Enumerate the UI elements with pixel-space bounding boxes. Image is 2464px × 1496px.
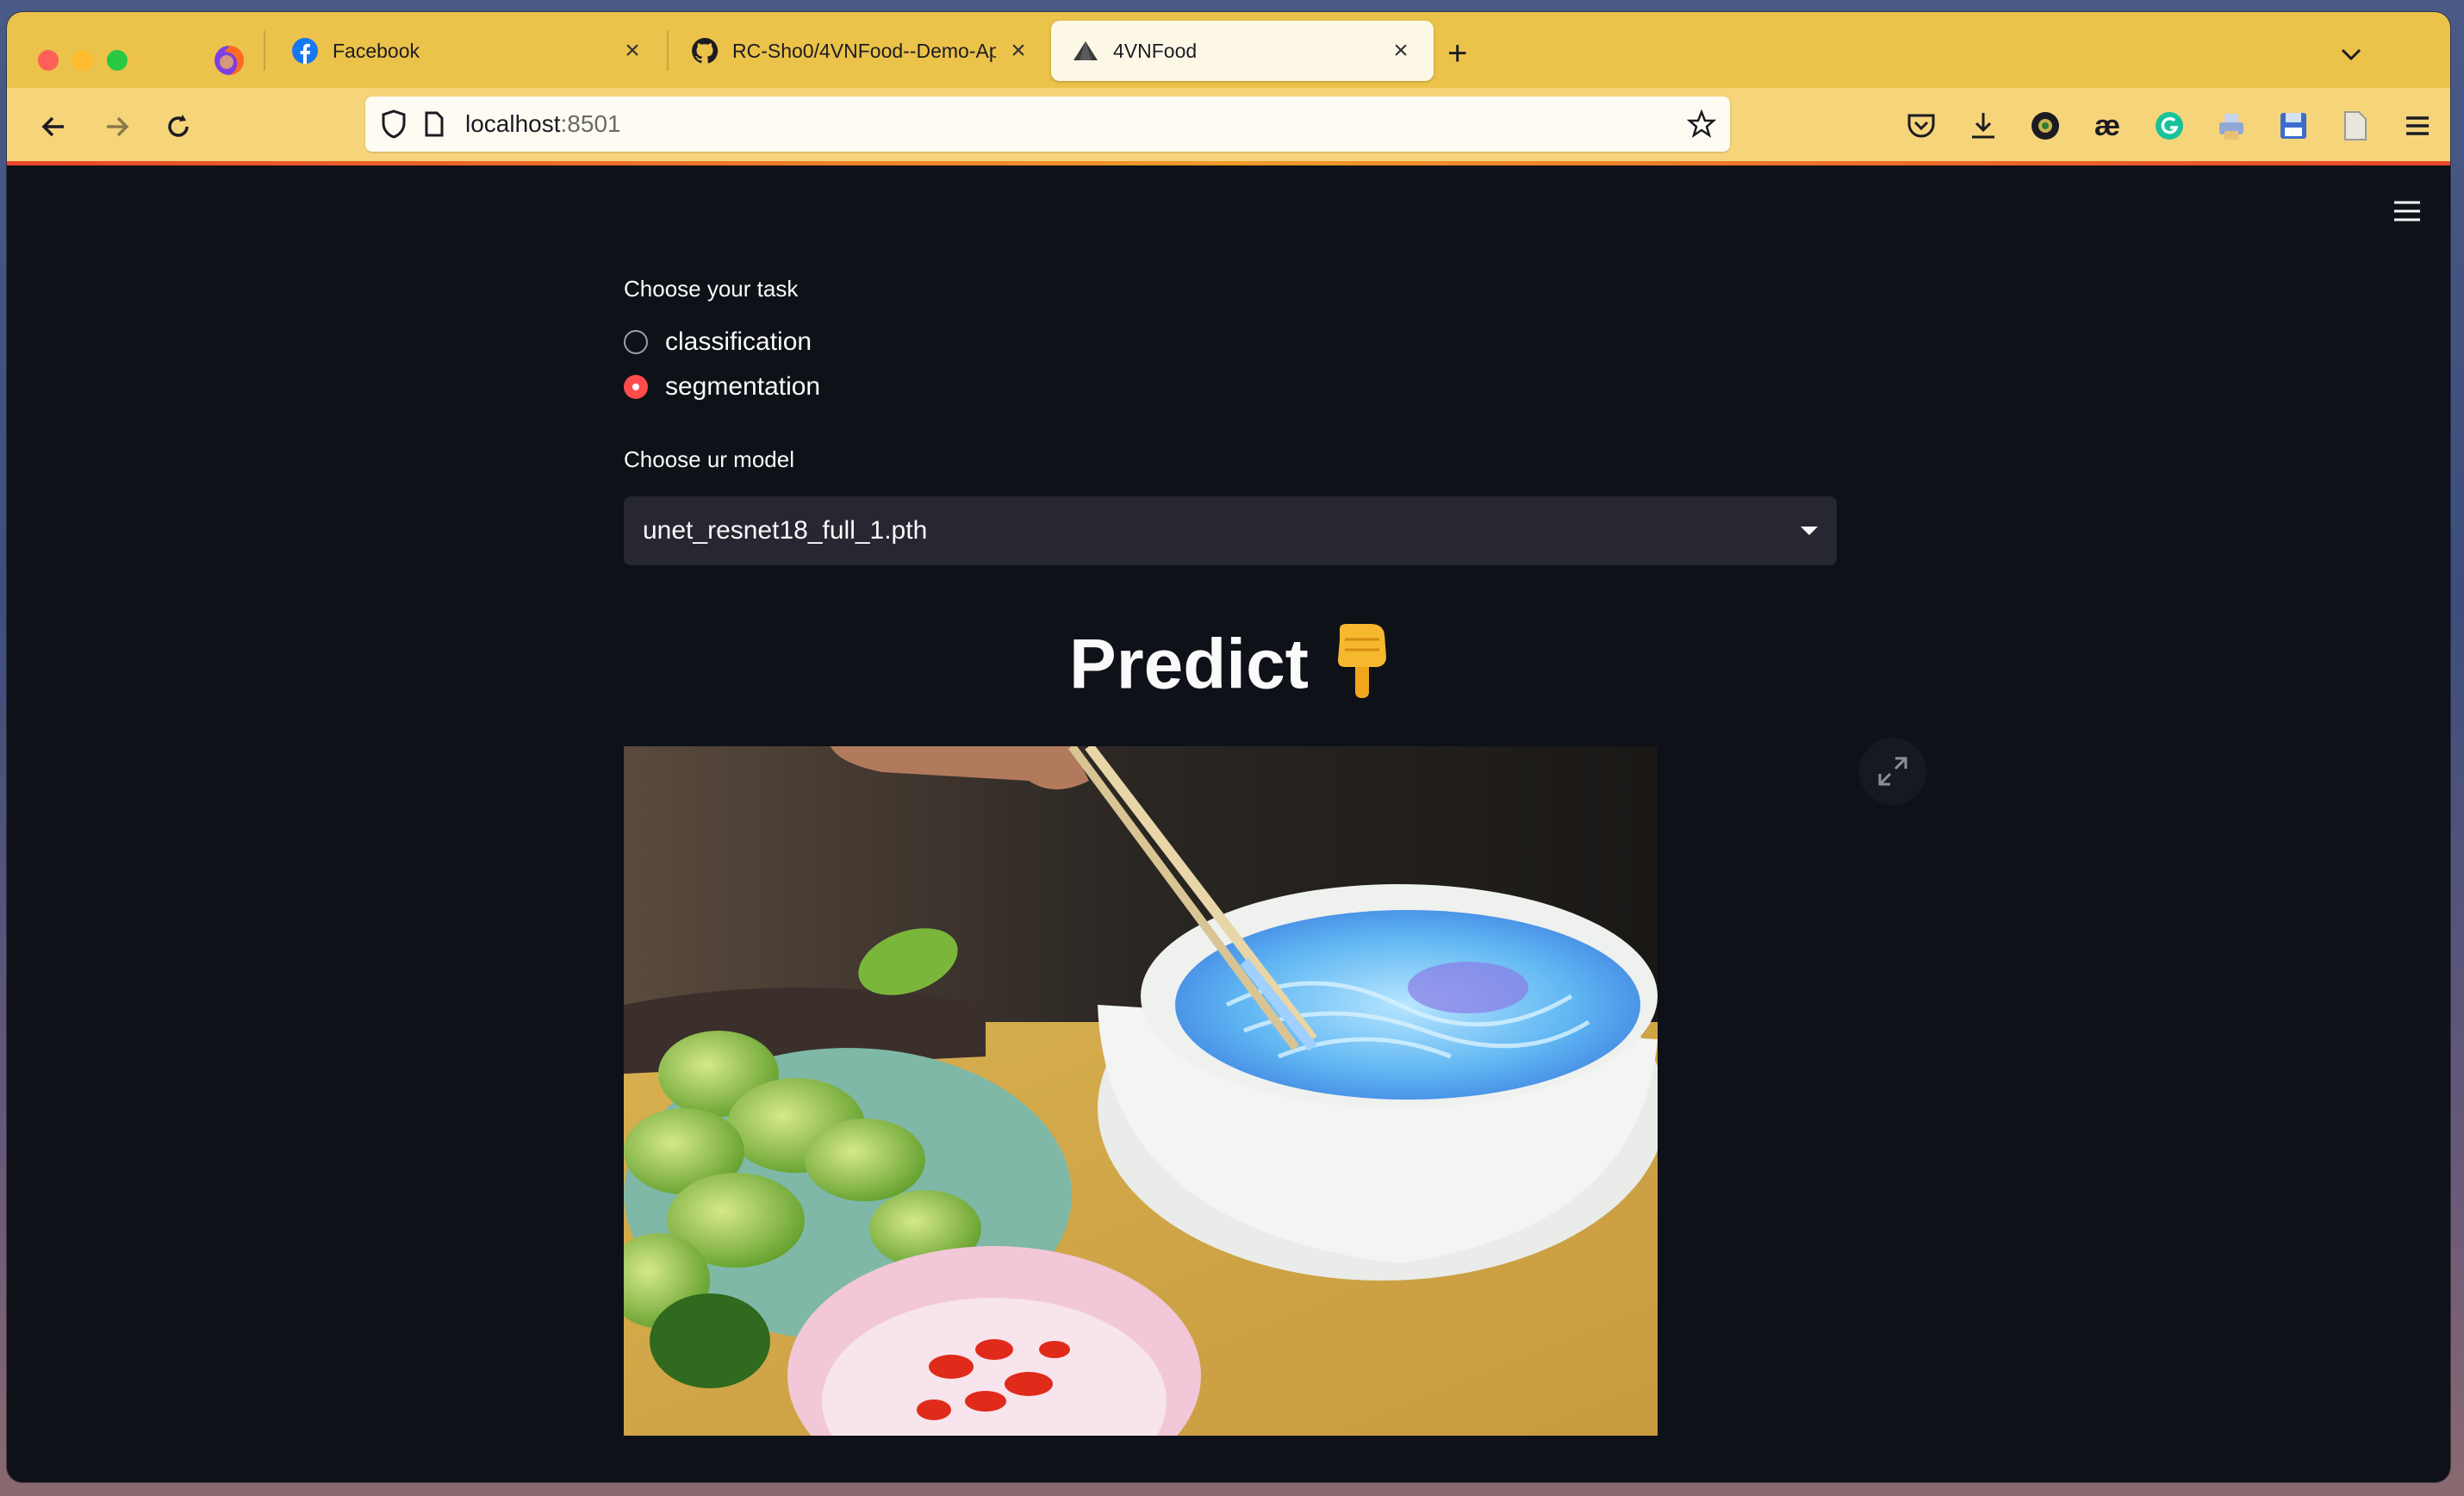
download-icon[interactable] <box>1966 109 2000 143</box>
tab-facebook[interactable]: Facebook × <box>271 21 665 81</box>
task-label: Choose your task <box>624 276 799 302</box>
grammarly-icon[interactable] <box>2152 109 2187 143</box>
github-icon <box>692 37 719 64</box>
tab-separator <box>264 31 265 71</box>
model-select[interactable]: unet_resnet18_full_1.pth <box>624 496 1837 565</box>
shield-icon[interactable] <box>381 109 407 139</box>
app-menu-icon[interactable] <box>2393 200 2421 222</box>
print-icon[interactable] <box>2214 109 2249 143</box>
firefox-icon[interactable] <box>212 43 246 78</box>
bookmark-star-icon[interactable] <box>1687 109 1716 139</box>
reload-icon[interactable] <box>162 110 195 143</box>
close-tab-icon[interactable]: × <box>1006 36 1030 65</box>
save-icon[interactable] <box>2276 109 2311 143</box>
radio-option-segmentation[interactable]: segmentation <box>624 372 820 402</box>
facebook-icon <box>292 38 318 64</box>
close-tab-icon[interactable]: × <box>1389 36 1413 65</box>
tab-title: 4VNFood <box>1113 39 1198 62</box>
radio-button-selected[interactable] <box>624 375 648 399</box>
tab-separator <box>667 31 669 71</box>
navigation-toolbar: localhost:8501 æ <box>7 88 2450 165</box>
url-port: :8501 <box>560 110 621 137</box>
radio-option-classification[interactable]: classification <box>624 327 812 357</box>
heading-text: Predict <box>1069 625 1309 704</box>
tab-4vnfood[interactable]: 4VNFood × <box>1051 21 1434 81</box>
expand-icon <box>1878 757 1907 786</box>
new-tab-button[interactable]: + <box>1447 36 1467 71</box>
streamlit-icon <box>1073 41 1098 60</box>
fullscreen-button[interactable] <box>1859 738 1926 805</box>
url-bar[interactable]: localhost:8501 <box>365 97 1730 152</box>
forward-arrow-icon[interactable] <box>100 110 133 143</box>
tab-github[interactable]: RC-Sho0/4VNFood--Demo-App × <box>670 21 1039 81</box>
close-tab-icon[interactable]: × <box>620 36 644 65</box>
ae-extension-icon[interactable]: æ <box>2090 109 2125 143</box>
page-icon <box>425 111 444 137</box>
caret-down-icon[interactable] <box>1801 527 1818 535</box>
back-arrow-icon[interactable] <box>38 110 71 143</box>
radio-label: segmentation <box>665 372 821 401</box>
url-host: localhost <box>465 110 561 137</box>
zoom-window-button[interactable] <box>107 50 128 71</box>
tab-title: Facebook <box>333 39 420 62</box>
tab-strip: Facebook × RC-Sho0/4VNFood--Demo-App × 4… <box>7 12 2450 88</box>
menu-icon[interactable] <box>2400 109 2435 143</box>
page-heading: Predict <box>624 622 1837 717</box>
browser-window: Facebook × RC-Sho0/4VNFood--Demo-App × 4… <box>7 12 2450 1482</box>
segmentation-result-image <box>624 746 1658 1436</box>
pocket-icon[interactable] <box>1904 109 1938 143</box>
radio-label: classification <box>665 327 812 356</box>
food-photo-segmentation-result <box>624 746 1658 1436</box>
minimize-window-button[interactable] <box>72 50 93 71</box>
model-select-value: unet_resnet18_full_1.pth <box>643 516 928 545</box>
close-window-button[interactable] <box>38 50 59 71</box>
tab-title: RC-Sho0/4VNFood--Demo-App <box>732 39 996 62</box>
model-label: Choose ur model <box>624 446 794 472</box>
chevron-down-icon[interactable] <box>2338 41 2364 67</box>
streamlit-app: Choose your task classification segmenta… <box>7 165 2450 1482</box>
radio-button[interactable] <box>624 330 648 354</box>
extension-dark-globe-icon[interactable] <box>2028 109 2063 143</box>
pointing-down-icon <box>1333 622 1391 717</box>
document-icon[interactable] <box>2338 109 2373 143</box>
